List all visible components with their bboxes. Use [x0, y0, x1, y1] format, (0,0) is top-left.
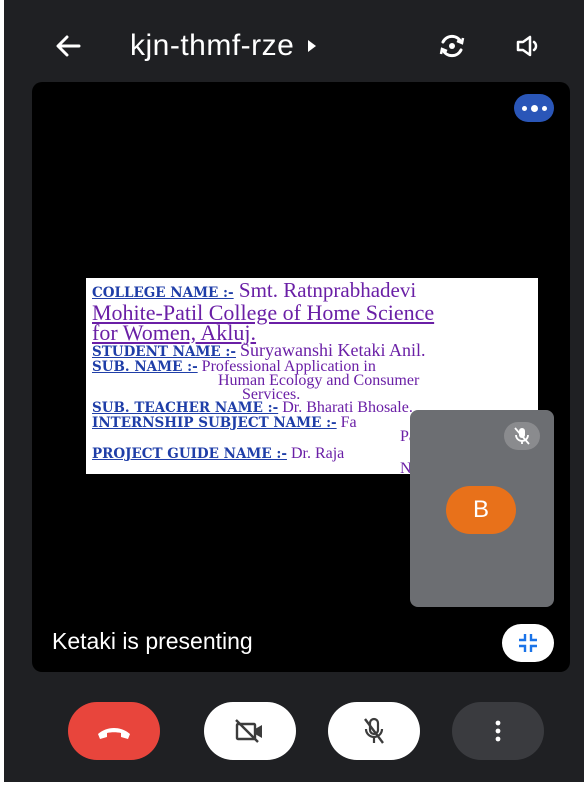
dot-icon — [530, 104, 538, 112]
camera-off-icon — [235, 719, 262, 743]
college-value: Smt. Ratnprabhadevi — [238, 278, 417, 302]
college-label: COLLEGE NAME :- — [92, 285, 234, 301]
exit-fullscreen-button[interactable] — [502, 624, 554, 662]
top-bar: kjn-thmf-rze — [4, 0, 584, 86]
dot-icon — [541, 105, 547, 111]
switch-camera-icon[interactable] — [432, 26, 472, 66]
guide-label: PROJECT GUIDE NAME :- — [92, 446, 287, 462]
speaker-icon[interactable] — [510, 26, 550, 66]
self-video-tile[interactable]: B — [410, 410, 554, 607]
dot-icon — [521, 105, 527, 111]
avatar: B — [446, 486, 516, 534]
caret-right-icon — [308, 40, 317, 52]
camera-toggle-button[interactable] — [204, 702, 296, 760]
back-icon[interactable] — [48, 26, 88, 66]
vertical-dots-icon — [495, 720, 501, 742]
presentation-stage: COLLEGE NAME :- Smt. Ratnprabhadevi Mohi… — [32, 82, 570, 672]
minimize-icon — [519, 634, 537, 652]
end-call-button[interactable] — [68, 702, 160, 760]
meet-screen: kjn-thmf-rze COLLEGE NAME:- Smt. Ratnpr… — [4, 0, 584, 782]
meeting-code[interactable]: kjn-thmf-rze — [130, 26, 317, 66]
call-controls — [4, 690, 584, 770]
more-options-button[interactable] — [452, 702, 544, 760]
mic-off-icon — [504, 422, 540, 450]
phone-hangup-icon — [98, 728, 130, 739]
subject-value-line-2: Human Ecology and Consumer — [218, 372, 420, 389]
mic-toggle-button[interactable] — [328, 702, 420, 760]
presenting-status: Ketaki is presenting — [52, 628, 253, 654]
meeting-code-text: kjn-thmf-rze — [130, 29, 295, 62]
mic-off-icon — [364, 717, 384, 744]
subject-label: SUB. NAME :- — [92, 358, 198, 375]
internship-label: INTERNSHIP SUBJECT NAME :- — [92, 414, 337, 431]
guide-value: Dr. Raja — [290, 445, 345, 462]
internship-value: Fa — [340, 413, 357, 431]
more-options-pill[interactable] — [514, 94, 554, 122]
